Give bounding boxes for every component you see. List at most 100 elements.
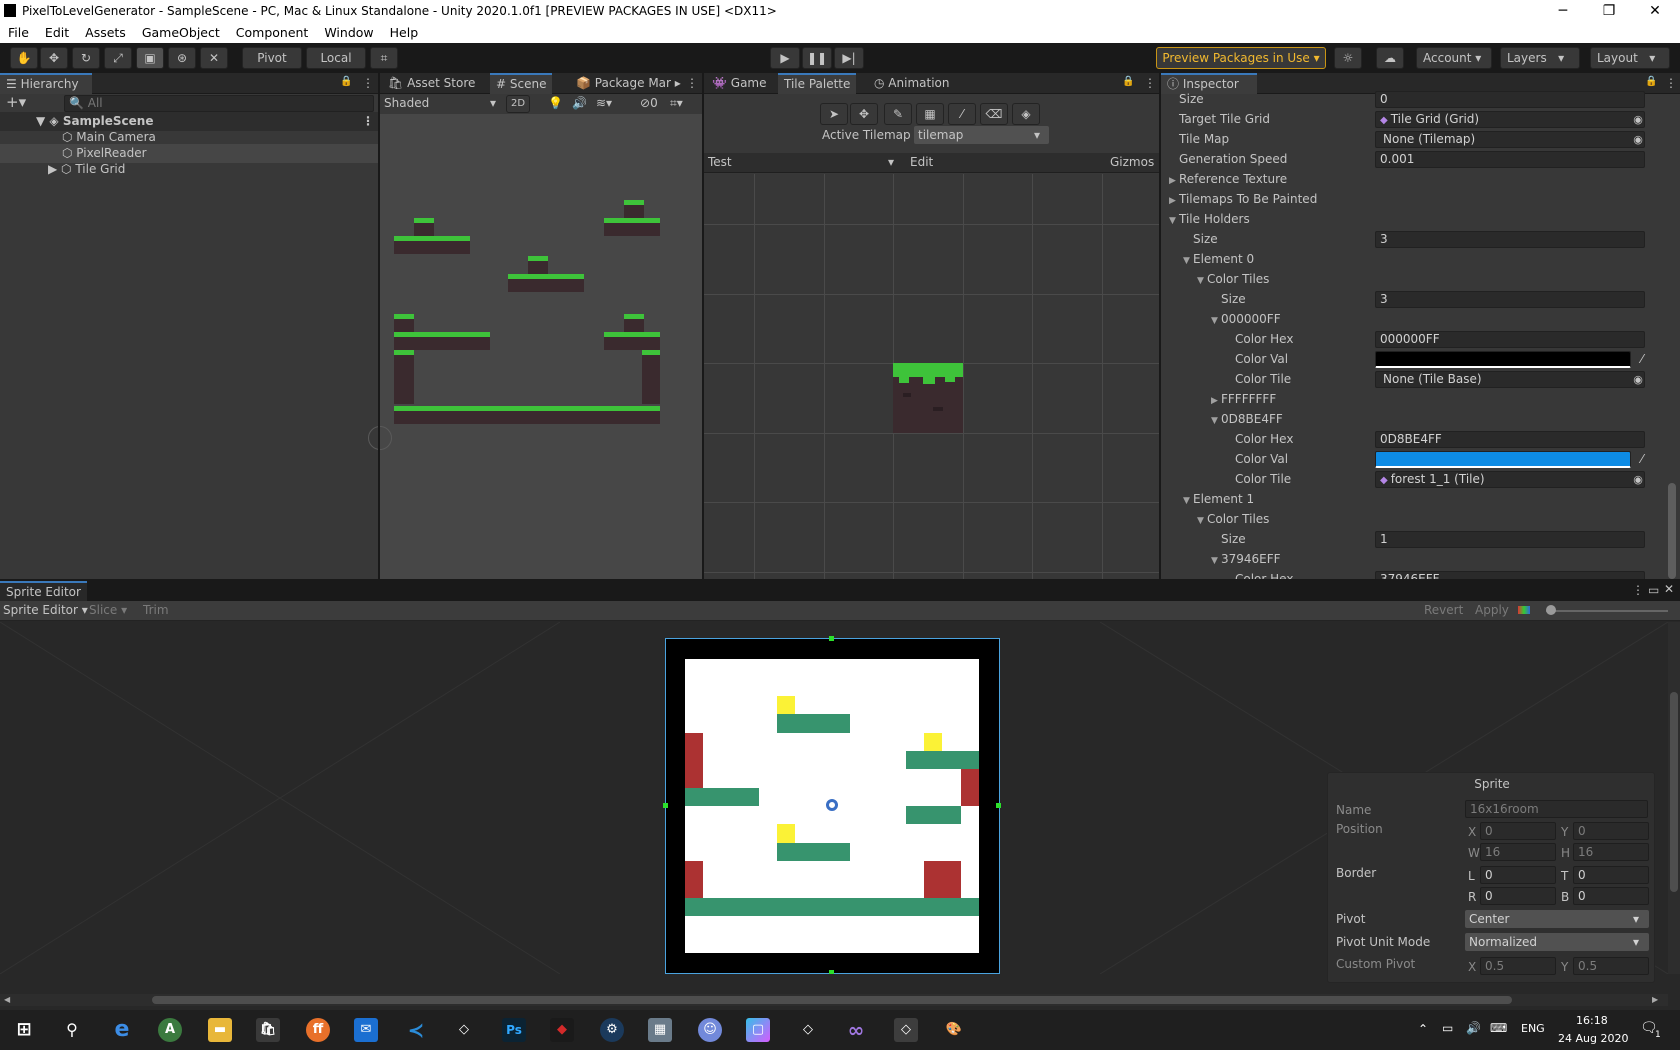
- inspector-row[interactable]: ▼ Element 0: [1183, 250, 1254, 269]
- vertical-scrollbar[interactable]: [1668, 622, 1680, 974]
- resize-handle[interactable]: [996, 803, 1001, 808]
- preview-packages-button[interactable]: Preview Packages in Use ▾: [1156, 47, 1326, 69]
- menu-help[interactable]: Help: [382, 22, 427, 40]
- active-tilemap-dropdown[interactable]: tilemap ▾: [914, 126, 1049, 144]
- more-icon[interactable]: ⋮: [1144, 76, 1156, 90]
- effects-icon[interactable]: ≋▾: [596, 96, 612, 110]
- 2d-toggle[interactable]: 2D: [506, 95, 530, 113]
- app-icon[interactable]: ▢: [746, 1018, 770, 1042]
- close-icon[interactable]: ✕: [1664, 582, 1674, 596]
- firefox-icon[interactable]: ff: [306, 1018, 330, 1042]
- scene-view[interactable]: [368, 114, 702, 579]
- tab-sprite-editor[interactable]: Sprite Editor: [0, 581, 87, 601]
- rect-tool-icon[interactable]: ▣: [136, 47, 164, 69]
- tab-asset-store[interactable]: 🛍 Asset Store: [382, 73, 481, 94]
- more-icon[interactable]: ⋮: [1665, 76, 1677, 90]
- object-picker-icon[interactable]: ◉: [1631, 111, 1645, 128]
- foldout-open-icon[interactable]: ▼: [1197, 512, 1207, 531]
- palette-dropdown[interactable]: Test ▾: [708, 155, 900, 169]
- forest-tile[interactable]: [893, 363, 963, 433]
- border-bottom-field[interactable]: 0: [1573, 887, 1649, 905]
- tab-game[interactable]: 👾 Game: [706, 73, 773, 94]
- search-icon[interactable]: ⚲: [60, 1018, 84, 1042]
- inspector-row[interactable]: ▶ Reference Texture: [1169, 170, 1287, 189]
- splitter[interactable]: [702, 73, 704, 579]
- apply-button[interactable]: Apply: [1475, 603, 1509, 617]
- pause-button[interactable]: ❚❚: [802, 47, 832, 69]
- inspector-row[interactable]: ▼ 37946EFF: [1211, 550, 1281, 569]
- height-field[interactable]: 16: [1573, 843, 1649, 861]
- sprite-editor-mode-dropdown[interactable]: Sprite Editor ▾: [3, 603, 88, 617]
- inspector-scrollbar[interactable]: [1668, 483, 1676, 579]
- tray-chevron-icon[interactable]: ⌃: [1418, 1022, 1428, 1036]
- pivot-handle[interactable]: [826, 799, 838, 811]
- game-app-icon[interactable]: ◆: [550, 1018, 574, 1042]
- restore-button[interactable]: ❐: [1586, 0, 1632, 22]
- inspector-row[interactable]: ▼ Color Tiles: [1197, 510, 1269, 529]
- color-channel-icon[interactable]: [1518, 606, 1530, 614]
- lock-icon[interactable]: 🔒: [340, 76, 352, 87]
- inspector-field[interactable]: 3: [1375, 231, 1645, 248]
- zoom-slider[interactable]: [1546, 610, 1668, 612]
- vscode-icon[interactable]: ≺: [404, 1018, 428, 1042]
- tab-tile-palette[interactable]: Tile Palette: [778, 73, 857, 94]
- language-indicator[interactable]: ENG: [1521, 1022, 1545, 1035]
- edit-button[interactable]: Edit: [910, 155, 933, 169]
- unity-icon[interactable]: ◇: [796, 1018, 820, 1042]
- trim-button[interactable]: Trim: [143, 603, 169, 617]
- pivot-button[interactable]: Pivot: [242, 47, 302, 69]
- transform-tool-icon[interactable]: ⊛: [168, 47, 196, 69]
- grid-snap-icon[interactable]: ⌗: [370, 47, 398, 69]
- splitter[interactable]: [378, 73, 380, 579]
- inspector-row[interactable]: ▼ Color Tiles: [1197, 270, 1269, 289]
- inspector-field[interactable]: 3: [1375, 291, 1645, 308]
- grid-icon[interactable]: ⌗▾: [670, 96, 683, 111]
- inspector-field[interactable]: 0.001: [1375, 151, 1645, 168]
- lock-icon[interactable]: 🔒: [1645, 76, 1657, 87]
- visual-studio-icon[interactable]: ∞: [844, 1018, 868, 1042]
- splitter[interactable]: [1159, 73, 1161, 579]
- rotate-tool-icon[interactable]: ↻: [72, 47, 100, 69]
- menu-assets[interactable]: Assets: [77, 22, 134, 40]
- close-button[interactable]: ✕: [1632, 0, 1678, 22]
- foldout-open-icon[interactable]: ▼: [1211, 412, 1221, 431]
- hierarchy-search-input[interactable]: 🔍 All: [64, 95, 374, 112]
- inspector-field[interactable]: 0D8BE4FF: [1375, 431, 1645, 448]
- horizontal-scrollbar[interactable]: ◀ ▶: [0, 994, 1668, 1006]
- foldout-open-icon[interactable]: ▼: [1183, 492, 1193, 511]
- file-explorer-icon[interactable]: ▬: [208, 1018, 232, 1042]
- resize-handle[interactable]: [829, 636, 834, 641]
- pivot-unit-dropdown[interactable]: Normalized ▾: [1465, 933, 1649, 951]
- play-button[interactable]: ▶: [770, 47, 800, 69]
- clock-time[interactable]: 16:18: [1576, 1014, 1608, 1027]
- inspector-field[interactable]: ◆ Tile Grid (Grid): [1375, 111, 1645, 128]
- inspector-field[interactable]: ◆ forest 1_1 (Tile): [1375, 471, 1645, 488]
- foldout-open-icon[interactable]: ▼: [1183, 252, 1193, 271]
- resize-handle[interactable]: [663, 803, 668, 808]
- object-picker-icon[interactable]: ◉: [1631, 131, 1645, 148]
- keyboard-icon[interactable]: ⌨: [1490, 1021, 1507, 1035]
- unity-editor-icon[interactable]: ◇: [894, 1018, 918, 1042]
- revert-button[interactable]: Revert: [1424, 603, 1463, 617]
- menu-window[interactable]: Window: [316, 22, 381, 40]
- inspector-row[interactable]: ▼ Tile Holders: [1169, 210, 1250, 229]
- tab-hierarchy[interactable]: ☰ Hierarchy: [0, 73, 92, 94]
- foldout-closed-icon[interactable]: ▶: [1169, 192, 1179, 211]
- foldout-open-icon[interactable]: ▼: [1169, 212, 1179, 231]
- audio-icon[interactable]: 🔊: [572, 96, 587, 110]
- object-picker-icon[interactable]: ◉: [1631, 471, 1645, 488]
- inspector-row[interactable]: ▼ 000000FF: [1211, 310, 1281, 329]
- hierarchy-item-tile-grid[interactable]: ▶ ⬡ Tile Grid: [0, 160, 125, 179]
- color-swatch-field[interactable]: [1375, 451, 1631, 468]
- picker-tool-icon[interactable]: ⁄: [948, 103, 976, 125]
- fill-tool-icon[interactable]: ◈: [1012, 103, 1040, 125]
- inspector-field[interactable]: 1: [1375, 531, 1645, 548]
- border-top-field[interactable]: 0: [1573, 866, 1649, 884]
- inspector-row[interactable]: ▶ Tilemaps To Be Painted: [1169, 190, 1317, 209]
- custom-tool-icon[interactable]: ✕: [200, 47, 228, 69]
- foldout-open-icon[interactable]: ▼: [1211, 312, 1221, 331]
- hidden-icon[interactable]: ⊘0: [640, 96, 658, 110]
- tab-scene[interactable]: # Scene: [490, 73, 553, 94]
- foldout-closed-icon[interactable]: ▶: [1169, 172, 1179, 191]
- paint-tool-icon[interactable]: ✎: [884, 103, 912, 125]
